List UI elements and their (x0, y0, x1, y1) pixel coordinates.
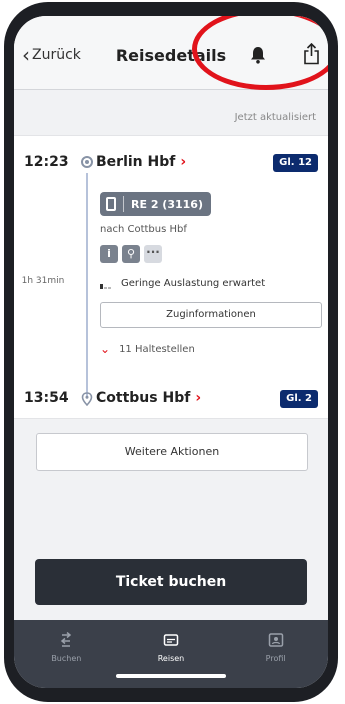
stops-label: 11 Haltestellen (119, 343, 195, 355)
bike-icon: ⚲ (122, 245, 140, 263)
occupancy-text: Geringe Auslastung erwartet (121, 277, 266, 289)
highlight-circle (192, 16, 328, 90)
destination-pin-icon (81, 392, 93, 406)
chevron-right-icon: › (180, 154, 187, 170)
train-name: RE 2 (3116) (131, 197, 203, 211)
home-indicator (116, 674, 226, 678)
tab-buchen[interactable]: Buchen (26, 632, 106, 688)
tab-label: Reisen (157, 654, 185, 663)
tab-reisen[interactable]: Reisen (131, 632, 211, 688)
app-screen: ‹ Zurück Reisedetails Jetzt aktualisiert… (14, 16, 328, 688)
stops-toggle[interactable]: ⌄ 11 Haltestellen (100, 342, 195, 356)
chevron-down-icon: ⌄ (100, 342, 111, 356)
train-direction: nach Cottbus Hbf (100, 224, 187, 235)
occupancy-icon (100, 277, 112, 289)
train-info-button[interactable]: Zuginformationen (100, 302, 322, 328)
update-status: Jetzt aktualisiert (234, 112, 316, 123)
arrival-station: Cottbus Hbf (96, 390, 191, 406)
arrival-time: 13:54 (24, 390, 69, 406)
train-badge[interactable]: RE 2 (3116) (100, 192, 211, 216)
train-icon (106, 197, 116, 211)
more-actions-button[interactable]: Weitere Aktionen (36, 433, 308, 471)
departure-station-link[interactable]: Berlin Hbf › (96, 154, 186, 170)
departure-platform-badge: Gl. 12 (273, 154, 318, 172)
journey-card: 12:23 Berlin Hbf › Gl. 12 RE 2 (3116) nac… (14, 135, 328, 419)
route-line (86, 173, 88, 397)
travel-duration: 1h 31min (21, 276, 65, 286)
departure-station: Berlin Hbf (96, 154, 176, 170)
route-icon (61, 632, 72, 647)
tab-label: Buchen (51, 654, 82, 663)
arrival-station-link[interactable]: Cottbus Hbf › (96, 390, 201, 406)
tab-label: Profil (265, 654, 286, 663)
badge-divider (123, 196, 124, 212)
tab-profil[interactable]: Profil (236, 632, 316, 688)
train-attributes[interactable]: i ⚲ ··· (100, 245, 166, 263)
book-ticket-button[interactable]: Ticket buchen (35, 559, 307, 605)
phone-frame: ‹ Zurück Reisedetails Jetzt aktualisiert… (4, 2, 338, 702)
profile-icon (268, 633, 283, 647)
chevron-right-icon: › (195, 390, 202, 406)
departure-time: 12:23 (24, 154, 69, 170)
departure-dot-icon (81, 156, 93, 168)
arrival-platform-badge: Gl. 2 (280, 390, 318, 408)
ticket-icon (163, 634, 179, 646)
info-icon: i (100, 245, 118, 263)
occupancy-info: Geringe Auslastung erwartet (100, 277, 265, 289)
more-icon: ··· (144, 245, 162, 263)
header-bar: ‹ Zurück Reisedetails (14, 16, 328, 90)
